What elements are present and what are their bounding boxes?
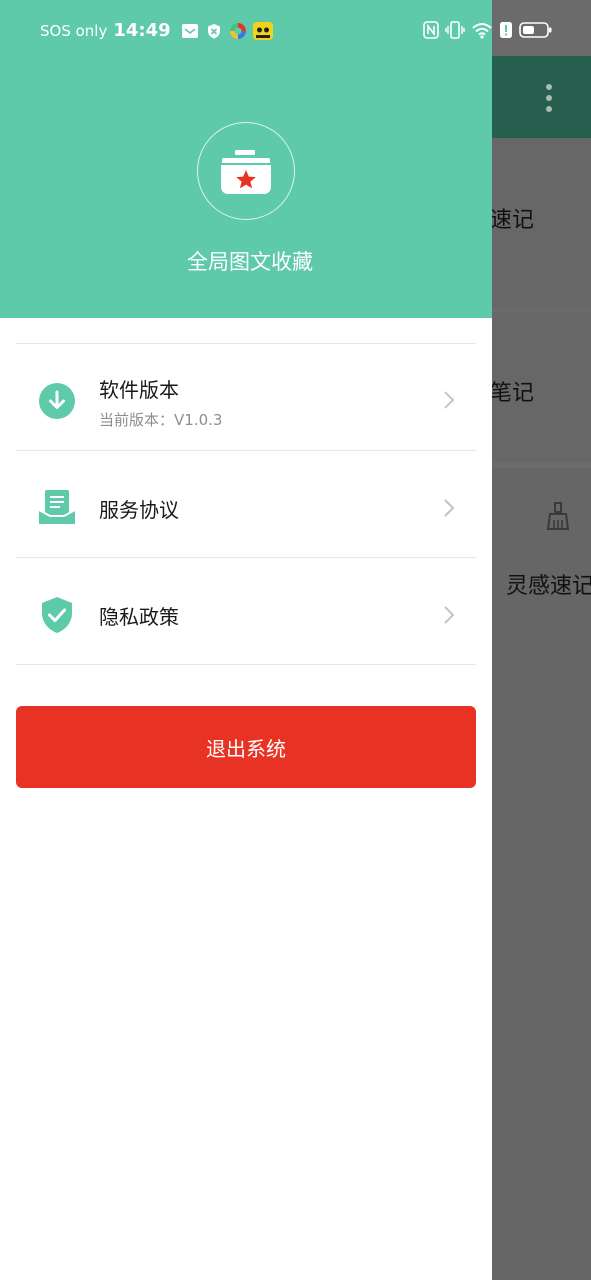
more-options-icon — [542, 84, 556, 112]
status-bar: SOS only 14:49 — [0, 0, 591, 64]
carrier-text: SOS only — [40, 21, 108, 40]
menu-item-service-agreement[interactable]: 服务协议 — [16, 451, 476, 557]
favorites-box-icon — [221, 150, 271, 194]
shield-check-icon — [42, 597, 72, 633]
background-card-title: 笔记 — [490, 381, 535, 406]
logout-button[interactable]: 退出系统 — [16, 706, 476, 788]
chevron-right-icon — [444, 606, 455, 624]
alert-icon — [500, 22, 512, 38]
battery-icon — [519, 22, 552, 38]
navigation-drawer: 全局图文收藏 软件版本 当前版本：V1.0.3 服务协议 隐私政策 退出系统 — [0, 0, 492, 1280]
menu-item-privacy-policy[interactable]: 隐私政策 — [16, 558, 476, 664]
chevron-right-icon — [444, 499, 455, 517]
download-icon — [39, 383, 75, 419]
menu-item-software-version[interactable]: 软件版本 当前版本：V1.0.3 — [16, 344, 476, 450]
app-name: 全局图文收藏 — [187, 250, 313, 274]
divider — [16, 664, 476, 665]
wifi-icon — [472, 23, 492, 39]
broom-icon — [546, 502, 570, 530]
chevron-right-icon — [444, 391, 455, 409]
mail-notification-icon — [181, 23, 198, 38]
app-logo — [197, 122, 295, 220]
vibrate-icon — [445, 21, 465, 39]
game-app-icon — [252, 21, 273, 40]
shield-notification-icon — [207, 23, 220, 38]
nfc-icon — [423, 21, 439, 39]
colorful-app-icon — [229, 22, 246, 39]
status-time: 14:49 — [113, 20, 171, 41]
menu-item-title: 服务协议 — [99, 498, 179, 522]
agreement-icon — [38, 490, 76, 524]
menu-item-title: 软件版本 — [99, 378, 179, 402]
background-card-title: 速记 — [490, 208, 535, 233]
background-card-title: 灵感速记 — [506, 574, 591, 599]
version-text: 当前版本：V1.0.3 — [99, 411, 223, 429]
menu-item-title: 隐私政策 — [99, 605, 179, 629]
